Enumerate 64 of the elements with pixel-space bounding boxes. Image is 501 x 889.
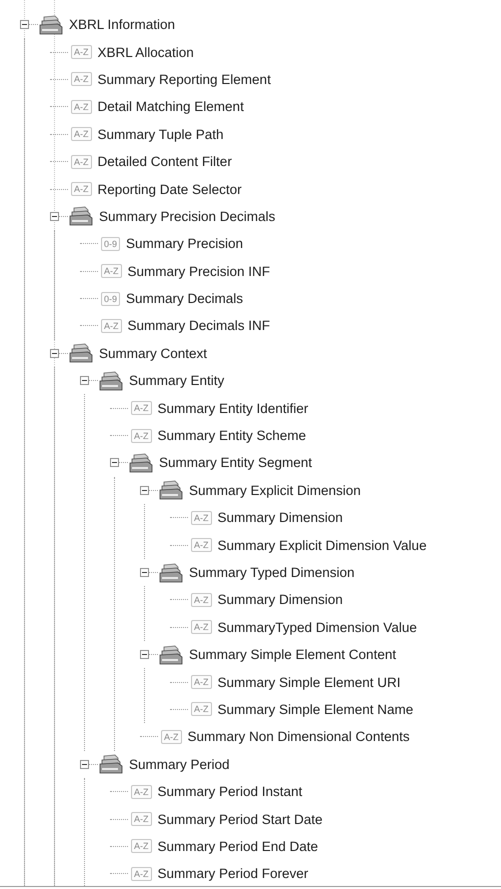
collapse-icon[interactable]: [50, 212, 59, 221]
collapse-icon[interactable]: [80, 760, 89, 769]
type-tag: A-Z: [161, 730, 182, 744]
tree-item-label[interactable]: XBRL Allocation: [98, 44, 194, 60]
tree-item-label[interactable]: Summary Precision INF: [128, 264, 270, 279]
tree-folder-label[interactable]: Summary Entity Segment: [159, 455, 312, 470]
type-tag: A-Z: [71, 127, 92, 142]
tree-folder-label[interactable]: XBRL Information: [69, 17, 176, 32]
type-tag: A-Z: [191, 675, 212, 690]
tree-item-label[interactable]: Summary Tuple Path: [98, 126, 224, 142]
type-tag: A-Z: [71, 45, 92, 60]
tree-item-label[interactable]: Summary Decimals INF: [128, 318, 270, 334]
type-tag: A-Z: [191, 510, 212, 525]
type-tag: A-Z: [191, 702, 212, 716]
tree-folder-label[interactable]: Summary Context: [99, 346, 208, 361]
tree-item-label[interactable]: Summary Period Forever: [158, 866, 308, 882]
tree-folder-label[interactable]: Summary Entity: [129, 373, 224, 388]
tree-folder-label[interactable]: Summary Typed Dimension: [189, 565, 355, 580]
collapse-icon[interactable]: [140, 568, 149, 577]
collapse-icon[interactable]: [50, 348, 59, 358]
type-tag: A-Z: [131, 428, 152, 443]
tree-folder-label[interactable]: Summary Precision Decimals: [99, 208, 276, 224]
collapse-icon[interactable]: [20, 20, 29, 30]
tree-item-label[interactable]: Summary Non Dimensional Contents: [188, 729, 410, 744]
type-tag: A-Z: [71, 72, 92, 86]
type-tag: A-Z: [101, 264, 122, 278]
tree-item-label[interactable]: Summary Reporting Element: [98, 72, 271, 87]
collapse-icon[interactable]: [140, 650, 149, 660]
type-tag: A-Z: [131, 839, 152, 854]
type-tag: A-Z: [191, 592, 212, 607]
type-tag: A-Z: [101, 318, 122, 333]
tree-item-label[interactable]: Summary Period End Date: [158, 838, 318, 854]
tree-item-label[interactable]: Summary Dimension: [218, 510, 343, 526]
tree-item-label[interactable]: Summary Entity Identifier: [158, 400, 308, 416]
type-tag: A-Z: [191, 620, 212, 634]
type-tag: 0-9: [101, 292, 120, 306]
tree-item-label[interactable]: Summary Dimension: [218, 592, 343, 608]
tree-item-label[interactable]: Summary Period Start Date: [158, 812, 323, 827]
tree-item-label[interactable]: Detailed Content Filter: [98, 154, 232, 170]
tree-item-label[interactable]: Summary Entity Scheme: [158, 428, 306, 444]
type-tag: A-Z: [71, 182, 92, 196]
collapse-icon[interactable]: [140, 486, 149, 495]
type-tag: A-Z: [131, 812, 152, 826]
tree-folder-label[interactable]: Summary Period: [129, 756, 230, 772]
tree-item-label[interactable]: Summary Decimals: [126, 291, 244, 306]
type-tag: A-Z: [131, 866, 152, 881]
tree-item-label[interactable]: Summary Precision: [126, 236, 244, 252]
type-tag: A-Z: [71, 154, 92, 169]
tree-folder-label[interactable]: Summary Simple Element Content: [189, 647, 396, 662]
type-tag: 0-9: [101, 236, 120, 251]
tree-item-label[interactable]: Summary Simple Element URI: [218, 674, 401, 690]
type-tag: A-Z: [131, 784, 152, 799]
type-tag: A-Z: [191, 538, 212, 552]
tree-item-label[interactable]: Summary Explicit Dimension Value: [218, 538, 427, 553]
collapse-icon[interactable]: [110, 458, 119, 468]
tree-folder-label[interactable]: Summary Explicit Dimension: [189, 482, 361, 498]
type-tag: A-Z: [71, 100, 92, 114]
tree-item-label[interactable]: SummaryTyped Dimension Value: [218, 620, 417, 635]
tree-item-label[interactable]: Summary Simple Element Name: [218, 702, 414, 717]
type-tag: A-Z: [131, 401, 152, 416]
tree-item-label[interactable]: Reporting Date Selector: [98, 182, 242, 197]
tree-item-label[interactable]: Summary Period Instant: [158, 784, 302, 800]
collapse-icon[interactable]: [80, 376, 89, 386]
tree-item-label[interactable]: Detail Matching Element: [98, 99, 244, 114]
